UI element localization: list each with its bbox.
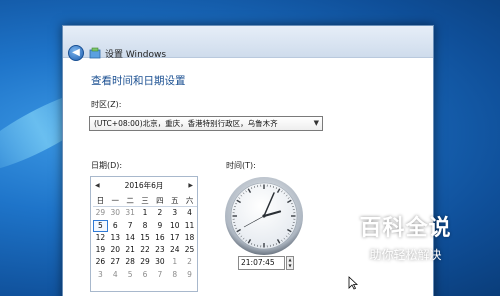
next-month-icon[interactable]: ▶ (188, 180, 193, 192)
calendar-day[interactable]: 12 (93, 232, 108, 244)
calendar-day[interactable]: 9 (182, 269, 197, 281)
calendar-day[interactable]: 26 (93, 256, 108, 268)
analog-clock (225, 177, 303, 255)
back-button[interactable]: ◀ (68, 45, 84, 61)
time-label: 时间(T): (226, 161, 256, 170)
weekday-header: 一 (107, 195, 123, 208)
watermark-subtitle: 助你轻松解决 (369, 248, 442, 262)
calendar-day[interactable]: 29 (93, 207, 108, 219)
date-label: 日期(D): (91, 161, 123, 170)
calendar-day[interactable]: 16 (152, 232, 167, 244)
calendar-day[interactable]: 31 (123, 207, 138, 219)
watermark: 百科全说 助你轻松解决 (339, 210, 472, 272)
weekday-header: 六 (182, 195, 197, 208)
calendar-month-title[interactable]: 2016年6月 (91, 180, 197, 192)
calendar-day[interactable]: 10 (167, 220, 182, 232)
calendar-day[interactable]: 30 (108, 207, 123, 219)
calendar-day[interactable]: 29 (138, 256, 153, 268)
calendar-day[interactable]: 8 (167, 269, 182, 281)
calendar-day[interactable]: 13 (108, 232, 123, 244)
weekday-header: 二 (122, 195, 138, 208)
calendar-day[interactable]: 18 (182, 232, 197, 244)
calendar-day[interactable]: 7 (123, 220, 138, 232)
dropdown-arrow-icon: ▼ (313, 119, 319, 127)
weekday-header: 日 (93, 195, 108, 208)
calendar-day[interactable]: 21 (123, 244, 138, 256)
calendar-day[interactable]: 23 (152, 244, 167, 256)
calendar: ◀ 2016年6月 ▶ 日一二三四五六 29 30 31 1 2 3 4 5 6 7 8 9 10 11 12… (90, 176, 198, 292)
calendar-day[interactable]: 20 (108, 244, 123, 256)
calendar-day[interactable]: 1 (167, 256, 182, 268)
calendar-day[interactable]: 25 (182, 244, 197, 256)
calendar-day[interactable]: 4 (108, 269, 123, 281)
page-heading: 查看时间和日期设置 (91, 75, 186, 87)
mouse-cursor-icon (348, 276, 358, 290)
time-spinner[interactable]: ▲ ▼ (286, 256, 294, 270)
calendar-day[interactable]: 4 (182, 207, 197, 219)
weekday-header: 三 (137, 195, 153, 208)
calendar-day[interactable]: 5 (93, 219, 108, 232)
calendar-day[interactable]: 3 (93, 269, 108, 281)
calendar-grid: 日一二三四五六 29 30 31 1 2 3 4 5 6 7 8 9 10 11 12 13 14 15 16 17 18… (93, 195, 197, 281)
calendar-day[interactable]: 14 (123, 232, 138, 244)
calendar-day[interactable]: 22 (138, 244, 153, 256)
calendar-day[interactable]: 5 (123, 269, 138, 281)
calendar-day[interactable]: 2 (182, 256, 197, 268)
weekday-header: 四 (152, 195, 168, 208)
calendar-day[interactable]: 11 (182, 220, 197, 232)
setup-icon (89, 47, 101, 59)
calendar-day[interactable]: 19 (93, 244, 108, 256)
calendar-day[interactable]: 7 (152, 269, 167, 281)
calendar-day[interactable]: 17 (167, 232, 182, 244)
time-input[interactable]: 21:07:45 (238, 256, 285, 270)
calendar-day[interactable]: 6 (108, 220, 123, 232)
calendar-day[interactable]: 15 (138, 232, 153, 244)
calendar-day[interactable]: 9 (152, 220, 167, 232)
title-bar: ◀ 设置 Windows (63, 26, 433, 61)
timezone-dropdown[interactable]: (UTC+08:00)北京，重庆，香港特别行政区，乌鲁木齐 ▼ (89, 116, 323, 131)
watermark-title: 百科全说 (359, 216, 452, 241)
window-title: 设置 Windows (105, 50, 167, 60)
calendar-day[interactable]: 27 (108, 256, 123, 268)
timezone-value: (UTC+08:00)北京，重庆，香港特别行政区，乌鲁木齐 (94, 119, 278, 128)
calendar-day[interactable]: 30 (152, 256, 167, 268)
calendar-day[interactable]: 6 (138, 269, 153, 281)
calendar-day[interactable]: 8 (138, 220, 153, 232)
timezone-label: 时区(Z): (91, 100, 122, 109)
calendar-day[interactable]: 1 (138, 207, 153, 219)
weekday-header: 五 (167, 195, 183, 208)
calendar-day[interactable]: 28 (123, 256, 138, 268)
calendar-day[interactable]: 24 (167, 244, 182, 256)
back-arrow-icon: ◀ (72, 47, 80, 58)
calendar-day[interactable]: 2 (152, 207, 167, 219)
calendar-day[interactable]: 3 (167, 207, 182, 219)
